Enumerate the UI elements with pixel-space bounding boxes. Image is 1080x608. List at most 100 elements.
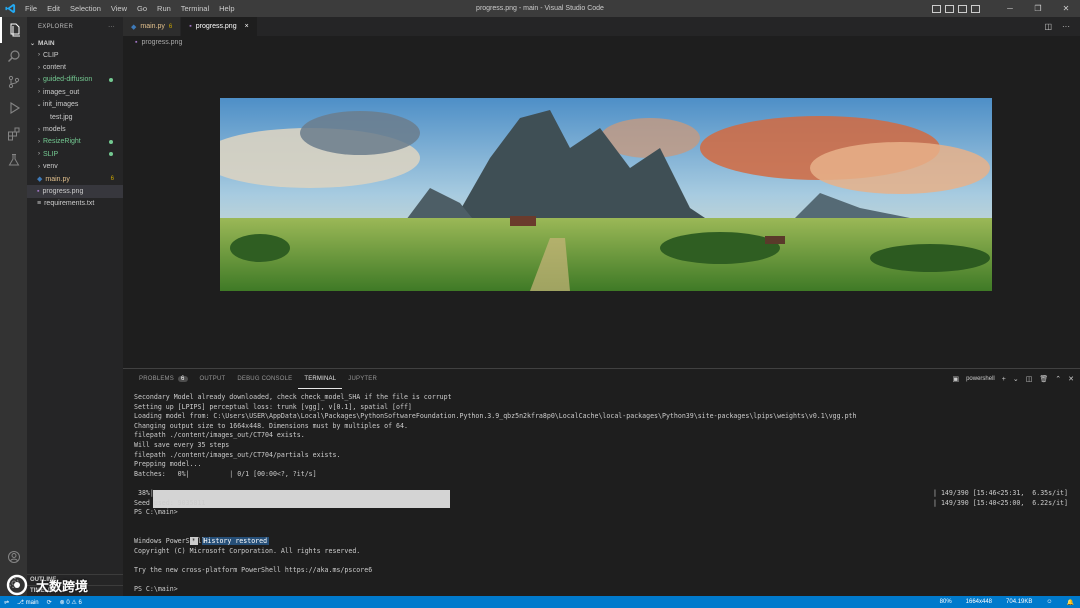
terminal-line: Loading model from: C:\Users\USER\AppDat… <box>134 412 857 421</box>
tree-item-models[interactable]: › models <box>27 123 123 135</box>
feedback-icon[interactable]: ☺ <box>1046 599 1052 605</box>
tree-item-resizeright[interactable]: › ResizeRight <box>27 136 123 148</box>
tree-item-requirements-txt[interactable]: ≡ requirements.txt <box>27 198 123 210</box>
menu-terminal[interactable]: Terminal <box>176 0 214 17</box>
tree-item-guided-diffusion[interactable]: › guided-diffusion <box>27 74 123 86</box>
tab-terminal[interactable]: TERMINAL <box>298 369 343 389</box>
new-terminal-icon[interactable]: + <box>1002 376 1006 383</box>
tab-problems[interactable]: PROBLEMS 6 <box>133 369 194 389</box>
minimize-button[interactable]: ─ <box>996 0 1024 17</box>
status-bar: ⇌ ⎇ main ⟳ ⊗ 0 ⚠ 6 80% 1664x448 704.19KB… <box>0 596 1080 608</box>
terminal-line: Batches: 0%| | 0/1 [00:00<?, ?it/s] <box>134 469 317 478</box>
source-control-icon[interactable] <box>0 69 27 95</box>
explorer-more-button[interactable]: ··· <box>108 24 115 30</box>
progress-row: 38%| | 149/390 [15:46<25:31, 6.35s/it] <box>134 489 1074 508</box>
tree-item-venv[interactable]: › venv <box>27 161 123 173</box>
tree-item-label: images_out <box>43 88 80 96</box>
python-file-icon: ◆ <box>37 176 43 184</box>
zoom-level[interactable]: 80% <box>940 599 952 605</box>
tree-item-progress-png[interactable]: ▪ progress.png <box>27 185 123 198</box>
chevron-down-icon: ⌄ <box>36 102 42 109</box>
watermark-logo: 大数跨境 <box>6 572 118 598</box>
tab-close-icon[interactable]: × <box>245 23 249 30</box>
terminal-line: Windows PowerShell <box>134 536 206 545</box>
chevron-right-icon: › <box>38 126 40 133</box>
terminal-line: Changing output size to 1664x448. Dimens… <box>134 421 408 430</box>
tree-item-label: SLIP <box>43 150 59 158</box>
tree-item-images-out[interactable]: › images_out <box>27 86 123 98</box>
restore-button[interactable]: ❐ <box>1024 0 1052 17</box>
tree-item-init-images[interactable]: ⌄ init_images <box>27 99 123 111</box>
bottom-panel: PROBLEMS 6 OUTPUT DEBUG CONSOLE TERMINAL… <box>123 368 1080 596</box>
extensions-icon[interactable] <box>0 121 27 147</box>
menu-view[interactable]: View <box>106 0 132 17</box>
chevron-right-icon: › <box>38 89 40 96</box>
chevron-up-icon[interactable]: ⌃ <box>1055 375 1061 383</box>
python-file-icon: ◆ <box>131 23 137 31</box>
tree-item-clip[interactable]: › CLIP <box>27 49 123 61</box>
terminal-line: Setting up [LPIPS] perceptual loss: trun… <box>134 402 412 411</box>
tree-item-slip[interactable]: › SLIP <box>27 148 123 160</box>
notifications-bell-icon[interactable]: 🔔 <box>1067 599 1074 606</box>
modified-dot-icon <box>109 139 113 144</box>
testing-flask-icon[interactable] <box>0 147 27 173</box>
tree-item-label: venv <box>43 163 58 171</box>
tab-main-py[interactable]: ◆ main.py 6 <box>123 17 182 36</box>
image-filesize: 704.19KB <box>1006 599 1033 605</box>
close-panel-icon[interactable]: ✕ <box>1068 375 1074 383</box>
trash-icon[interactable]: 🗑 <box>1039 375 1048 383</box>
workspace-section[interactable]: ⌄ MAIN <box>27 37 123 49</box>
split-editor-icon[interactable]: ◫ <box>1044 22 1052 31</box>
tab-label: PROBLEMS <box>139 376 174 382</box>
branch-indicator[interactable]: ⎇ main <box>17 599 39 606</box>
explorer-title: EXPLORER <box>38 24 74 30</box>
image-file-icon: ▪ <box>189 23 192 30</box>
tree-item-main-py[interactable]: ◆ main.py 6 <box>27 173 123 185</box>
terminal-line: filepath ./content/images_out/CT704 exis… <box>134 431 305 440</box>
seed-line: Seed used: 9035811 <box>134 498 206 507</box>
menu-edit[interactable]: Edit <box>42 0 65 17</box>
modified-dot-icon <box>109 77 113 82</box>
tab-label: progress.png <box>195 23 237 30</box>
chevron-down-icon[interactable]: ⌄ <box>1013 375 1019 383</box>
terminal-output[interactable]: Secondary Model already downloaded, chec… <box>134 393 1074 594</box>
terminal-icon: ▣ <box>952 376 960 383</box>
menu-selection[interactable]: Selection <box>65 0 106 17</box>
tree-item-label: content <box>43 64 66 72</box>
search-icon[interactable] <box>0 43 27 69</box>
sync-icon[interactable]: ⟳ <box>47 599 52 606</box>
tab-progress-png[interactable]: ▪ progress.png × <box>181 17 258 36</box>
more-actions-icon[interactable]: ··· <box>1062 22 1070 31</box>
menu-go[interactable]: Go <box>132 0 152 17</box>
tree-item-label: models <box>43 126 66 134</box>
explorer-icon[interactable] <box>0 17 27 43</box>
tab-label: DEBUG CONSOLE <box>237 376 293 382</box>
run-debug-icon[interactable] <box>0 95 27 121</box>
menu-file[interactable]: File <box>20 0 42 17</box>
toggle-sidebar-icon[interactable] <box>932 4 941 13</box>
breadcrumb-item[interactable]: progress.png <box>141 39 182 46</box>
tree-item-test-jpg[interactable]: test.jpg <box>27 111 123 123</box>
problems-count-badge: 6 <box>177 376 188 382</box>
problems-indicator[interactable]: ⊗ 0 ⚠ 6 <box>60 599 82 606</box>
menu-run[interactable]: Run <box>152 0 176 17</box>
toggle-secondary-sidebar-icon[interactable] <box>958 4 967 13</box>
menu-help[interactable]: Help <box>214 0 239 17</box>
shell-name[interactable]: powershell <box>966 376 995 382</box>
tab-problem-badge: 6 <box>168 23 173 30</box>
branch-name: main <box>25 599 39 606</box>
remote-icon[interactable]: ⇌ <box>4 599 9 606</box>
tree-item-content[interactable]: › content <box>27 61 123 73</box>
text-file-icon: ≡ <box>37 200 42 208</box>
toggle-panel-icon[interactable] <box>945 4 954 13</box>
customize-layout-icon[interactable] <box>971 4 980 13</box>
tab-debug-console[interactable]: DEBUG CONSOLE <box>231 369 298 389</box>
tab-jupyter[interactable]: JUPYTER <box>342 369 383 389</box>
tab-output[interactable]: OUTPUT <box>194 369 232 389</box>
split-terminal-icon[interactable]: ◫ <box>1026 375 1033 383</box>
history-text: History restored <box>201 536 270 545</box>
account-icon[interactable] <box>0 544 27 570</box>
close-window-button[interactable]: ✕ <box>1052 0 1080 17</box>
